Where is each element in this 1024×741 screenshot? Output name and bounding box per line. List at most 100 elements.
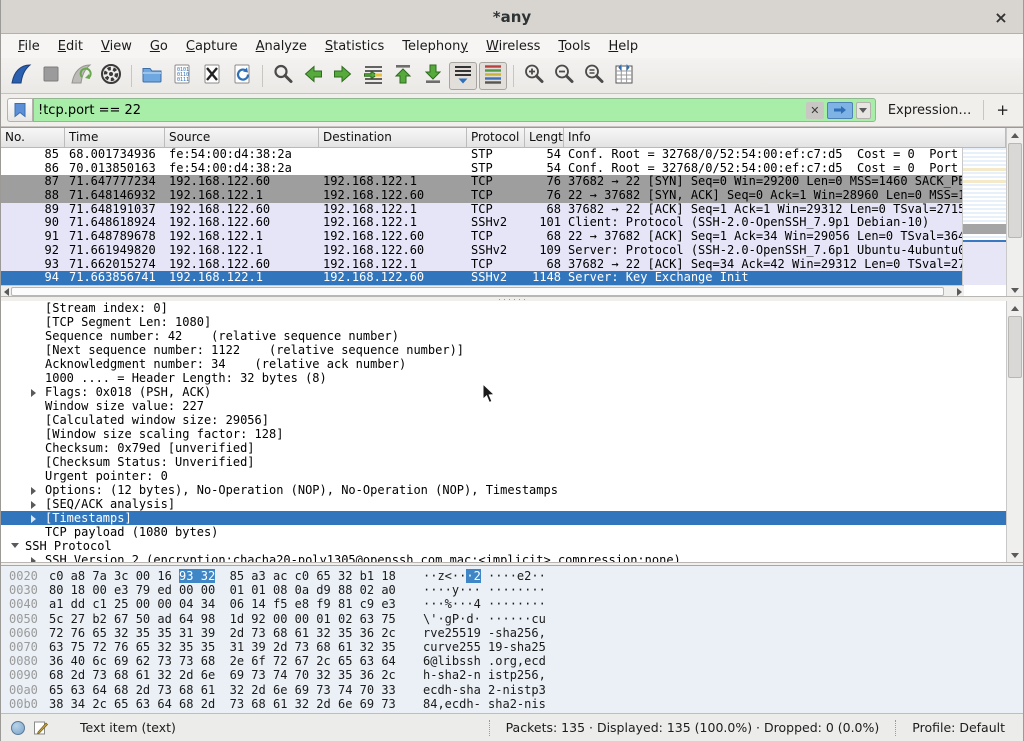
hex-bytes[interactable]: 63 75 72 76 65 32 35 35 31 39 2d 73 68 6… [49, 640, 423, 654]
hex-row-0090[interactable]: 009068 2d 73 68 61 32 2d 6e 69 73 74 70 … [1, 668, 1023, 682]
column-header-source[interactable]: Source [165, 128, 319, 147]
hex-ascii[interactable]: ecdh-sha 2-nistp3 [423, 683, 546, 697]
hex-ascii[interactable]: ····y··· ········ [423, 583, 546, 597]
scroll-up-icon[interactable] [1007, 128, 1023, 142]
detail-line[interactable]: [Checksum Status: Unverified] [1, 455, 1023, 469]
restart-capture-button[interactable] [67, 62, 95, 90]
packet-row-90[interactable]: 9071.648618924192.168.122.60192.168.122.… [1, 216, 964, 230]
detail-line[interactable]: [Calculated window size: 29056] [1, 413, 1023, 427]
packet-minimap-scrollbar[interactable] [962, 148, 1006, 285]
expression-button[interactable]: Expression… [882, 103, 978, 118]
detail-line[interactable]: Flags: 0x018 (PSH, ACK) [1, 385, 1023, 399]
hex-bytes[interactable]: c0 a8 7a 3c 00 16 93 32 85 a3 ac c0 65 3… [49, 569, 423, 583]
detail-line[interactable]: Window size value: 227 [1, 399, 1023, 413]
column-header-length[interactable]: Length [525, 128, 564, 147]
open-file-button[interactable] [138, 62, 166, 90]
hex-bytes[interactable]: 36 40 6c 69 62 73 73 68 2e 6f 72 67 2c 6… [49, 654, 423, 668]
detail-line[interactable]: SSH Protocol [1, 539, 1023, 553]
menu-statistics[interactable]: Statistics [316, 36, 393, 57]
hex-row-0050[interactable]: 00505c 27 b2 67 50 ad 64 98 1d 92 00 00 … [1, 612, 1023, 626]
hscroll-thumb[interactable] [11, 287, 944, 296]
hex-bytes[interactable]: 68 2d 73 68 61 32 2d 6e 69 73 74 70 32 3… [49, 668, 423, 682]
expand-arrow-icon[interactable] [31, 515, 36, 523]
details-vscroll-thumb[interactable] [1008, 316, 1022, 378]
hex-ascii[interactable]: rve25519 -sha256, [423, 626, 546, 640]
menu-tools[interactable]: Tools [549, 36, 599, 57]
packet-row-91[interactable]: 9171.648789678192.168.122.1192.168.122.6… [1, 230, 964, 244]
column-header-info[interactable]: Info [564, 128, 1006, 147]
detail-line[interactable]: 1000 .... = Header Length: 32 bytes (8) [1, 371, 1023, 385]
packet-row-86[interactable]: 8670.013850163fe:54:00:d4:38:2aSTP54Conf… [1, 162, 964, 176]
resize-columns-button[interactable] [610, 62, 638, 90]
hex-bytes[interactable]: 72 76 65 32 35 35 31 39 2d 73 68 61 32 3… [49, 626, 423, 640]
capture-options-button[interactable] [97, 62, 125, 90]
detail-line[interactable]: Acknowledgment number: 34 (relative ack … [1, 357, 1023, 371]
go-to-packet-button[interactable] [359, 62, 387, 90]
hex-ascii[interactable]: ··z<···2 ····e2·· [423, 569, 546, 583]
hex-row-0080[interactable]: 008036 40 6c 69 62 73 73 68 2e 6f 72 67 … [1, 654, 1023, 668]
menu-help[interactable]: Help [599, 36, 647, 57]
zoom-out-button[interactable] [550, 62, 578, 90]
hex-row-0020[interactable]: 0020c0 a8 7a 3c 00 16 93 32 85 a3 ac c0 … [1, 569, 1023, 583]
detail-line[interactable]: [Timestamps] [1, 511, 1023, 525]
hex-ascii[interactable]: \'·gP·d· ······cu [423, 612, 546, 626]
menu-analyze[interactable]: Analyze [247, 36, 316, 57]
find-packet-button[interactable] [269, 62, 297, 90]
menu-wireless[interactable]: Wireless [477, 36, 549, 57]
column-header-destination[interactable]: Destination [319, 128, 467, 147]
detail-line[interactable]: TCP payload (1080 bytes) [1, 525, 1023, 539]
hex-bytes[interactable]: 80 18 00 e3 79 ed 00 00 01 01 08 0a d9 8… [49, 583, 423, 597]
packet-row-93[interactable]: 9371.662015274192.168.122.60192.168.122.… [1, 258, 964, 272]
auto-scroll-toggle[interactable] [449, 62, 477, 90]
scroll-up-icon[interactable] [1007, 301, 1023, 315]
menu-file[interactable]: File [9, 36, 49, 57]
filter-clear-icon[interactable]: ✕ [806, 102, 824, 119]
go-back-button[interactable] [299, 62, 327, 90]
close-icon[interactable]: × [991, 7, 1011, 27]
capture-comment-icon[interactable] [33, 720, 48, 735]
display-filter-input[interactable]: !tcp.port == 22 ✕ [33, 98, 876, 122]
vscroll-thumb[interactable] [1008, 143, 1022, 238]
detail-line[interactable]: Urgent pointer: 0 [1, 469, 1023, 483]
go-forward-button[interactable] [329, 62, 357, 90]
detail-line[interactable]: Sequence number: 42 (relative sequence n… [1, 329, 1023, 343]
expand-arrow-icon[interactable] [31, 389, 36, 397]
detail-line[interactable]: [Window size scaling factor: 128] [1, 427, 1023, 441]
go-first-button[interactable] [389, 62, 417, 90]
filter-bookmark-button[interactable] [7, 98, 33, 122]
expert-info-icon[interactable] [11, 721, 25, 735]
scroll-down-icon[interactable] [1007, 548, 1023, 562]
packet-row-85[interactable]: 8568.001734936fe:54:00:d4:38:2aSTP54Conf… [1, 148, 964, 162]
packet-list-vscrollbar[interactable] [1006, 128, 1023, 297]
filter-apply-icon[interactable] [827, 102, 853, 119]
hex-bytes[interactable]: 38 34 2c 65 63 64 68 2d 73 68 61 32 2d 6… [49, 697, 423, 711]
stop-capture-button[interactable] [37, 62, 65, 90]
menu-edit[interactable]: Edit [49, 36, 92, 57]
column-header-no[interactable]: No. [1, 128, 65, 147]
hex-row-00b0[interactable]: 00b038 34 2c 65 63 64 68 2d 73 68 61 32 … [1, 697, 1023, 711]
packet-row-92[interactable]: 9271.661949820192.168.122.1192.168.122.6… [1, 244, 964, 258]
menu-go[interactable]: Go [141, 36, 177, 57]
detail-line[interactable]: [TCP Segment Len: 1080] [1, 315, 1023, 329]
hex-row-0060[interactable]: 006072 76 65 32 35 35 31 39 2d 73 68 61 … [1, 626, 1023, 640]
packet-row-87[interactable]: 8771.647777234192.168.122.60192.168.122.… [1, 175, 964, 189]
menu-view[interactable]: View [92, 36, 141, 57]
column-header-time[interactable]: Time [65, 128, 165, 147]
zoom-reset-button[interactable] [580, 62, 608, 90]
detail-line[interactable]: [Stream index: 0] [1, 301, 1023, 315]
details-vscrollbar[interactable] [1006, 301, 1023, 562]
expand-arrow-icon[interactable] [31, 557, 36, 562]
profile-text[interactable]: Profile: Default [904, 720, 1013, 735]
hex-row-0070[interactable]: 007063 75 72 76 65 32 35 35 31 39 2d 73 … [1, 640, 1023, 654]
detail-line[interactable]: [SEQ/ACK analysis] [1, 497, 1023, 511]
menu-capture[interactable]: Capture [177, 36, 247, 57]
expand-arrow-icon[interactable] [31, 487, 36, 495]
hex-bytes[interactable]: a1 dd c1 25 00 00 04 34 06 14 f5 e8 f9 8… [49, 597, 423, 611]
detail-line[interactable]: Options: (12 bytes), No-Operation (NOP),… [1, 483, 1023, 497]
add-filter-button[interactable]: + [990, 101, 1017, 119]
hex-row-00a0[interactable]: 00a065 63 64 68 2d 73 68 61 32 2d 6e 69 … [1, 683, 1023, 697]
packet-row-88[interactable]: 8871.648146932192.168.122.1192.168.122.6… [1, 189, 964, 203]
save-file-button[interactable]: 010101100111 [168, 62, 196, 90]
column-header-protocol[interactable]: Protocol [467, 128, 525, 147]
hex-ascii[interactable]: curve255 19-sha25 [423, 640, 546, 654]
